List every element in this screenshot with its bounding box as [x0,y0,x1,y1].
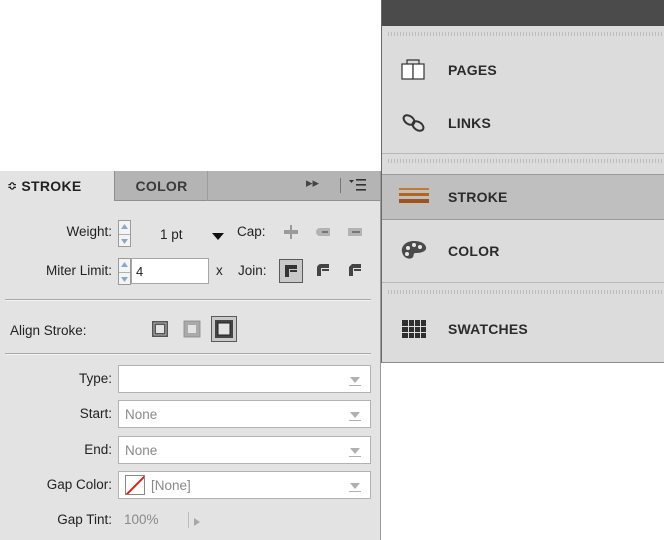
gap-tint-value: 100% [124,512,159,527]
pages-icon [396,57,432,83]
cap-label: Cap: [237,224,266,239]
links-icon [396,110,432,136]
swatches-icon [396,316,432,342]
weight-up-arrow-icon[interactable] [119,221,130,234]
dock-separator [382,153,664,154]
weight-down-arrow-icon[interactable] [119,233,130,247]
panel-tab-bar[interactable]: ≎ STROKE COLOR ▸▸ [0,171,380,201]
dropdown-bar [349,456,361,457]
tab-color-label: COLOR [135,178,188,194]
gap-tint-label: Gap Tint: [57,512,112,527]
dock-separator [382,282,664,283]
gap-color-value: [None] [151,477,191,493]
align-inside-icon[interactable] [180,317,204,341]
divider-highlight [5,300,371,301]
tab-stroke[interactable]: ≎ STROKE [0,171,115,201]
miter-stepper[interactable] [118,258,131,285]
start-label: Start: [79,406,112,421]
dock-group-grip[interactable] [388,159,664,163]
panel-menu-icon[interactable] [348,177,368,196]
dropdown-bar [349,420,361,421]
chevron-down-icon [350,483,360,489]
gap-tint-divider [188,512,189,528]
dock-group-grip[interactable] [388,290,664,294]
miter-down-arrow-icon[interactable] [119,271,130,285]
tab-stroke-label: STROKE [21,178,82,194]
miter-limit-input[interactable]: 4 [131,258,209,284]
weight-dropdown-icon[interactable] [212,233,224,240]
dock-label-stroke: STROKE [448,189,508,205]
start-select[interactable]: None [118,400,371,428]
stroke-icon [396,184,432,210]
miter-up-arrow-icon[interactable] [119,259,130,272]
chevron-down-icon [350,377,360,383]
round-join-icon[interactable] [312,259,334,281]
chevron-down-icon [350,412,360,418]
start-value: None [125,406,158,422]
join-label: Join: [238,263,267,278]
butt-cap-icon[interactable] [280,221,302,243]
dock-item-color[interactable]: COLOR [382,228,664,274]
dock-item-stroke[interactable]: STROKE [382,174,664,220]
tab-divider [340,178,341,193]
type-label: Type: [78,371,112,386]
dropdown-bar [349,491,361,492]
weight-input[interactable]: 1 pt [160,227,183,242]
tab-collapse-icon[interactable]: ≎ [7,179,17,193]
gap-color-label: Gap Color: [46,477,112,492]
end-label: End: [84,442,112,457]
align-outside-icon[interactable] [211,316,237,342]
type-select[interactable] [118,365,371,393]
dock-group-grip[interactable] [388,32,664,36]
round-cap-icon[interactable] [312,221,334,243]
miter-join-icon[interactable] [279,259,303,283]
bevel-join-icon[interactable] [344,259,366,281]
chevron-down-icon [350,448,360,454]
projecting-cap-icon[interactable] [344,221,366,243]
divider-highlight [5,354,371,355]
dock-item-pages[interactable]: PAGES [382,47,664,93]
miter-limit-label: Miter Limit: [45,263,112,278]
collapse-panel-icon[interactable]: ▸▸ [306,175,319,191]
dock-label-links: LINKS [448,115,491,131]
end-value: None [125,442,158,458]
palette-icon [396,238,432,264]
gap-color-select[interactable]: [None] [118,471,371,499]
dock-label-pages: PAGES [448,62,497,78]
align-stroke-label: Align Stroke: [10,323,87,338]
weight-stepper[interactable] [118,220,131,247]
stroke-panel: ≎ STROKE COLOR ▸▸ Weight: 1 pt Cap: Mite… [0,171,381,540]
miter-suffix-label: x [216,263,223,278]
none-swatch-icon [125,475,145,495]
weight-label: Weight: [66,224,112,239]
gap-tint-slider-arrow-icon[interactable] [193,515,201,530]
tab-color[interactable]: COLOR [116,171,208,201]
dock-label-color: COLOR [448,243,500,259]
dock-item-links[interactable]: LINKS [382,100,664,146]
align-center-icon[interactable] [148,317,172,341]
end-select[interactable]: None [118,436,371,464]
dock-label-swatches: SWATCHES [448,321,528,337]
panel-dock: PAGES LINKS STROKE COLOR SWATCHES [381,0,664,363]
dock-title-bar[interactable] [382,0,664,26]
dock-item-swatches[interactable]: SWATCHES [382,306,664,352]
dropdown-bar [349,385,361,386]
